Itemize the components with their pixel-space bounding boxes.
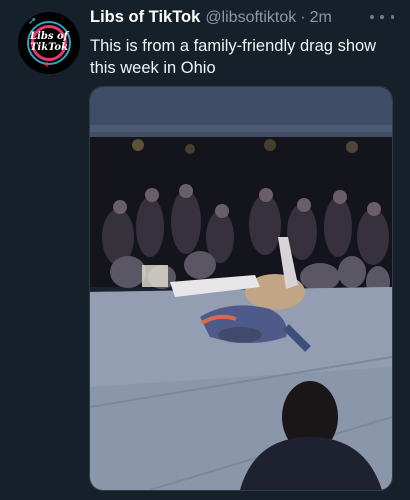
avatar-logo-text: Libs of TikTok [29,31,69,53]
timestamp[interactable]: 2m [310,9,332,27]
avatar[interactable]: ➚ Libs of TikTok + [18,12,80,74]
display-name[interactable]: Libs of TikTok [90,8,200,27]
tweet-header: Libs of TikTok @libsoftiktok · 2m [90,8,332,30]
arrow-icon: ➚ [28,16,37,27]
tweet-video[interactable] [89,86,393,491]
more-horizontal-icon[interactable] [370,10,394,24]
tweet-text: This is from a family-friendly drag show… [90,37,377,77]
separator-dot: · [300,9,306,26]
cross-icon: + [44,60,50,71]
video-frame [90,87,392,490]
tweet[interactable]: ➚ Libs of TikTok + Libs of TikTok @libso… [0,0,410,500]
user-handle[interactable]: @libsoftiktok [205,9,296,27]
